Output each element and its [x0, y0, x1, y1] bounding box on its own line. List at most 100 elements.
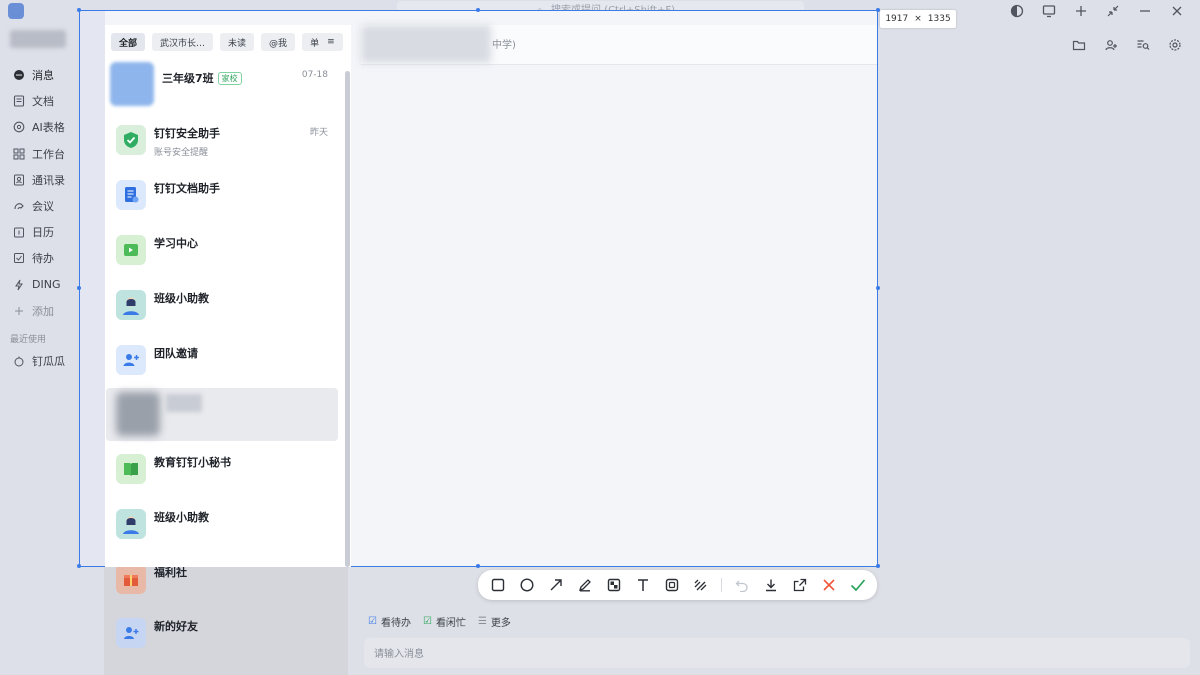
screen-icon[interactable]	[1040, 2, 1058, 20]
list-item[interactable]: 教育钉钉小秘书	[106, 446, 338, 498]
list-item[interactable]: 三年级7班 家校 07-18	[106, 62, 338, 114]
window-controls	[1008, 2, 1186, 20]
tab-wuhan[interactable]: 武汉市长…	[152, 33, 214, 51]
theme-icon[interactable]	[1008, 2, 1026, 20]
list-item[interactable]: 班级小助教	[106, 282, 338, 334]
conversation-name: 团队邀请	[154, 347, 198, 360]
meeting-icon	[12, 199, 26, 213]
ellipse-tool-icon[interactable]	[518, 576, 536, 594]
toolbar-divider	[721, 578, 722, 592]
capture-height: 1335	[927, 14, 951, 24]
pen-tool-icon[interactable]	[576, 576, 594, 594]
sidebar-item-label: 钉瓜瓜	[32, 354, 65, 368]
resize-handle[interactable]	[876, 286, 880, 290]
sidebar-item-label: DING	[32, 278, 61, 292]
list-item[interactable]: 钉钉安全助手 账号安全提醒 昨天	[106, 117, 338, 169]
teacher-avatar-icon	[116, 290, 146, 320]
message-input[interactable]: 请输入消息	[364, 638, 1190, 668]
sidebar-item-docs[interactable]: 文档	[0, 88, 80, 114]
sidebar-item-messages[interactable]: 消息	[0, 62, 80, 88]
capture-width: 1917	[885, 14, 909, 24]
cancel-icon[interactable]	[820, 576, 838, 594]
more-button[interactable]: ☰ 更多	[478, 614, 511, 629]
tab-single-label: 单	[310, 38, 320, 49]
folder-icon[interactable]	[1070, 36, 1088, 54]
calendar-icon	[12, 225, 26, 239]
todo-icon	[12, 251, 26, 265]
tab-all[interactable]: 全部	[111, 33, 146, 51]
sidebar-item-label: 会议	[32, 200, 54, 214]
list-item[interactable]: 学习中心	[106, 227, 338, 279]
confirm-icon[interactable]	[849, 576, 867, 594]
resize-handle[interactable]	[77, 564, 81, 568]
chat-action-bar: ☑ 看待办 ☑ 看闲忙 ☰ 更多	[368, 614, 511, 629]
sidebar-item-label: 待办	[32, 252, 54, 266]
message-input-placeholder: 请输入消息	[374, 649, 424, 660]
text-tool-icon[interactable]	[634, 576, 652, 594]
mosaic-tool-icon[interactable]	[605, 576, 623, 594]
list-item[interactable]: 团队邀请	[106, 337, 338, 389]
list-item-selected[interactable]	[106, 388, 338, 441]
sidebar-item-todo[interactable]: 待办	[0, 245, 80, 271]
list-item[interactable]: 钉钉文档助手	[106, 172, 338, 224]
resize-handle[interactable]	[476, 564, 480, 568]
resize-handle[interactable]	[476, 8, 480, 12]
view-todo-button[interactable]: ☑ 看待办	[368, 614, 411, 629]
arrow-tool-icon[interactable]	[547, 576, 565, 594]
times-symbol: ×	[914, 14, 922, 24]
sidebar-item-dingguagua[interactable]: 钉瓜瓜	[0, 348, 80, 374]
list-scrollbar[interactable]	[345, 71, 350, 567]
calendar-check-icon: ☑	[422, 616, 432, 627]
rectangle-tool-icon[interactable]	[489, 576, 507, 594]
download-icon[interactable]	[762, 576, 780, 594]
sidebar-item-meeting[interactable]: 会议	[0, 193, 80, 219]
undo-icon[interactable]	[733, 576, 751, 594]
sidebar-item-ding[interactable]: DING	[0, 272, 80, 298]
tab-unread[interactable]: 未读	[220, 33, 255, 51]
sidebar-item-contacts[interactable]: 通讯录	[0, 167, 80, 193]
settings-icon[interactable]	[1166, 36, 1184, 54]
sidebar-item-label: 文档	[32, 95, 54, 109]
collapse-icon[interactable]	[1104, 2, 1122, 20]
tab-single[interactable]: 单 ≡	[302, 33, 343, 51]
list-item[interactable]: 新的好友	[106, 610, 338, 662]
contacts-icon	[12, 173, 26, 187]
ocr-tool-icon[interactable]	[663, 576, 681, 594]
conversation-name: 三年级7班	[162, 72, 214, 85]
share-icon[interactable]	[791, 576, 809, 594]
sidebar-item-workbench[interactable]: 工作台	[0, 141, 80, 167]
workbench-icon	[12, 147, 26, 161]
hatch-tool-icon[interactable]	[692, 576, 710, 594]
chat-tools	[1070, 36, 1184, 54]
action-label: 看待办	[380, 618, 411, 629]
menu-icon: ☰	[477, 616, 487, 627]
minimize-icon[interactable]	[1136, 2, 1154, 20]
team-invite-icon	[116, 345, 146, 375]
ding-icon	[12, 278, 26, 292]
book-icon	[116, 454, 146, 484]
search-chat-icon[interactable]	[1134, 36, 1152, 54]
capture-left-strip	[80, 11, 105, 566]
sidebar-item-add[interactable]: 添加	[0, 298, 80, 324]
learning-center-icon	[116, 235, 146, 265]
resize-handle[interactable]	[876, 564, 880, 568]
sidebar-item-calendar[interactable]: 日历	[0, 219, 80, 245]
new-friend-icon	[116, 618, 146, 648]
ai-table-icon	[12, 120, 26, 134]
view-busy-button[interactable]: ☑ 看闲忙	[423, 614, 466, 629]
group-avatar	[110, 62, 154, 106]
conversation-name: 班级小助教	[154, 292, 209, 305]
add-icon[interactable]	[1072, 2, 1090, 20]
document-icon	[12, 94, 26, 108]
add-member-icon[interactable]	[1102, 36, 1120, 54]
capture-size-badge: 1917 × 1335	[880, 10, 956, 28]
close-window-icon[interactable]	[1168, 2, 1186, 20]
sidebar-item-ai-table[interactable]: AI表格	[0, 114, 80, 140]
resize-handle[interactable]	[77, 8, 81, 12]
resize-handle[interactable]	[77, 286, 81, 290]
capture-toolbar	[478, 570, 877, 600]
tab-mentions[interactable]: @我	[261, 33, 296, 51]
sidebar-item-label: 消息	[32, 69, 54, 83]
list-item[interactable]: 班级小助教	[106, 501, 338, 553]
action-label: 看闲忙	[435, 618, 466, 629]
